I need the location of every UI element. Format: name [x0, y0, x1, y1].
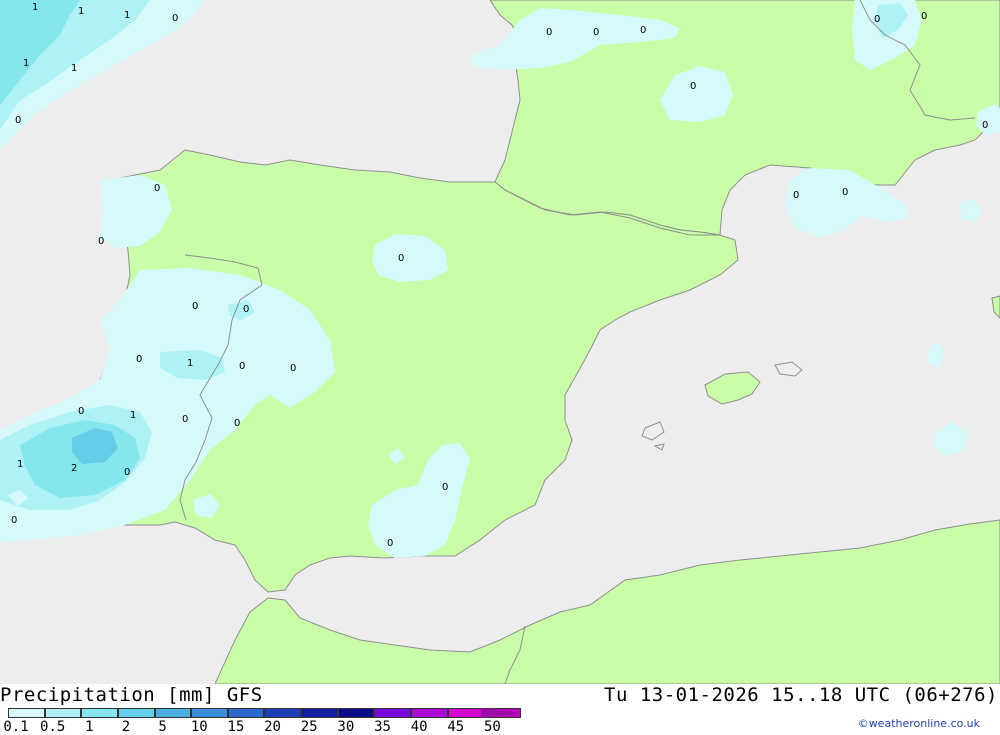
map-value: 0 — [398, 253, 404, 264]
map-value: 0 — [15, 115, 21, 126]
map-value: 0 — [982, 120, 988, 131]
map-value: 1 — [187, 358, 193, 369]
credit-link[interactable]: ©weatheronline.co.uk — [858, 717, 980, 730]
map-value: 0 — [640, 25, 646, 36]
legend-footer: Precipitation [mm] GFS Tu 13-01-2026 15.… — [0, 684, 1000, 735]
scale-arrow — [481, 708, 519, 718]
scale-swatch — [81, 708, 118, 718]
map-value: 0 — [842, 187, 848, 198]
map-value: 0 — [182, 414, 188, 425]
map-value: 1 — [124, 10, 130, 21]
map-value: 1 — [71, 63, 77, 74]
scale-swatch — [227, 708, 265, 718]
map-value: 2 — [71, 463, 77, 474]
map-value: 0 — [239, 361, 245, 372]
map-value: 0 — [136, 354, 142, 365]
map-value: 0 — [124, 467, 130, 478]
map-value: 0 — [172, 13, 178, 24]
map-value: 0 — [234, 418, 240, 429]
map-value: 1 — [130, 410, 136, 421]
map-value: 0 — [874, 14, 880, 25]
scale-swatch — [301, 708, 338, 718]
map-value: 0 — [793, 190, 799, 201]
map-value: 0 — [290, 363, 296, 374]
map-value: 0 — [154, 183, 160, 194]
color-scale — [8, 708, 521, 718]
map-value: 1 — [23, 58, 29, 69]
map-value: 0 — [243, 304, 249, 315]
scale-swatch — [264, 708, 302, 718]
scale-swatch — [191, 708, 228, 718]
map-value: 0 — [546, 27, 552, 38]
map-value: 1 — [32, 2, 38, 13]
map-value: 0 — [11, 515, 17, 526]
scale-swatch — [154, 708, 192, 718]
scale-swatch — [8, 708, 45, 718]
map-value: 0 — [690, 81, 696, 92]
scale-swatch — [411, 708, 448, 718]
precipitation-map: 1 1 1 0 1 1 0 0 0 0 0 0 0 0 0 0 0 0 0 0 … — [0, 0, 1000, 685]
forecast-datetime: Tu 13-01-2026 15..18 UTC (06+276) — [604, 684, 998, 706]
map-value: 0 — [78, 406, 84, 417]
map-value: 0 — [387, 538, 393, 549]
map-value: 1 — [17, 459, 23, 470]
map-value: 0 — [98, 236, 104, 247]
scale-swatch — [337, 708, 375, 718]
map-value: 0 — [921, 11, 927, 22]
scale-swatch — [117, 708, 155, 718]
legend-title: Precipitation [mm] GFS — [0, 684, 263, 706]
map-value: 1 — [78, 6, 84, 17]
scale-swatch — [374, 708, 412, 718]
map-value: 0 — [442, 482, 448, 493]
map-value: 0 — [593, 27, 599, 38]
scale-swatch — [44, 708, 82, 718]
map-value: 0 — [192, 301, 198, 312]
scale-swatch — [447, 708, 485, 718]
